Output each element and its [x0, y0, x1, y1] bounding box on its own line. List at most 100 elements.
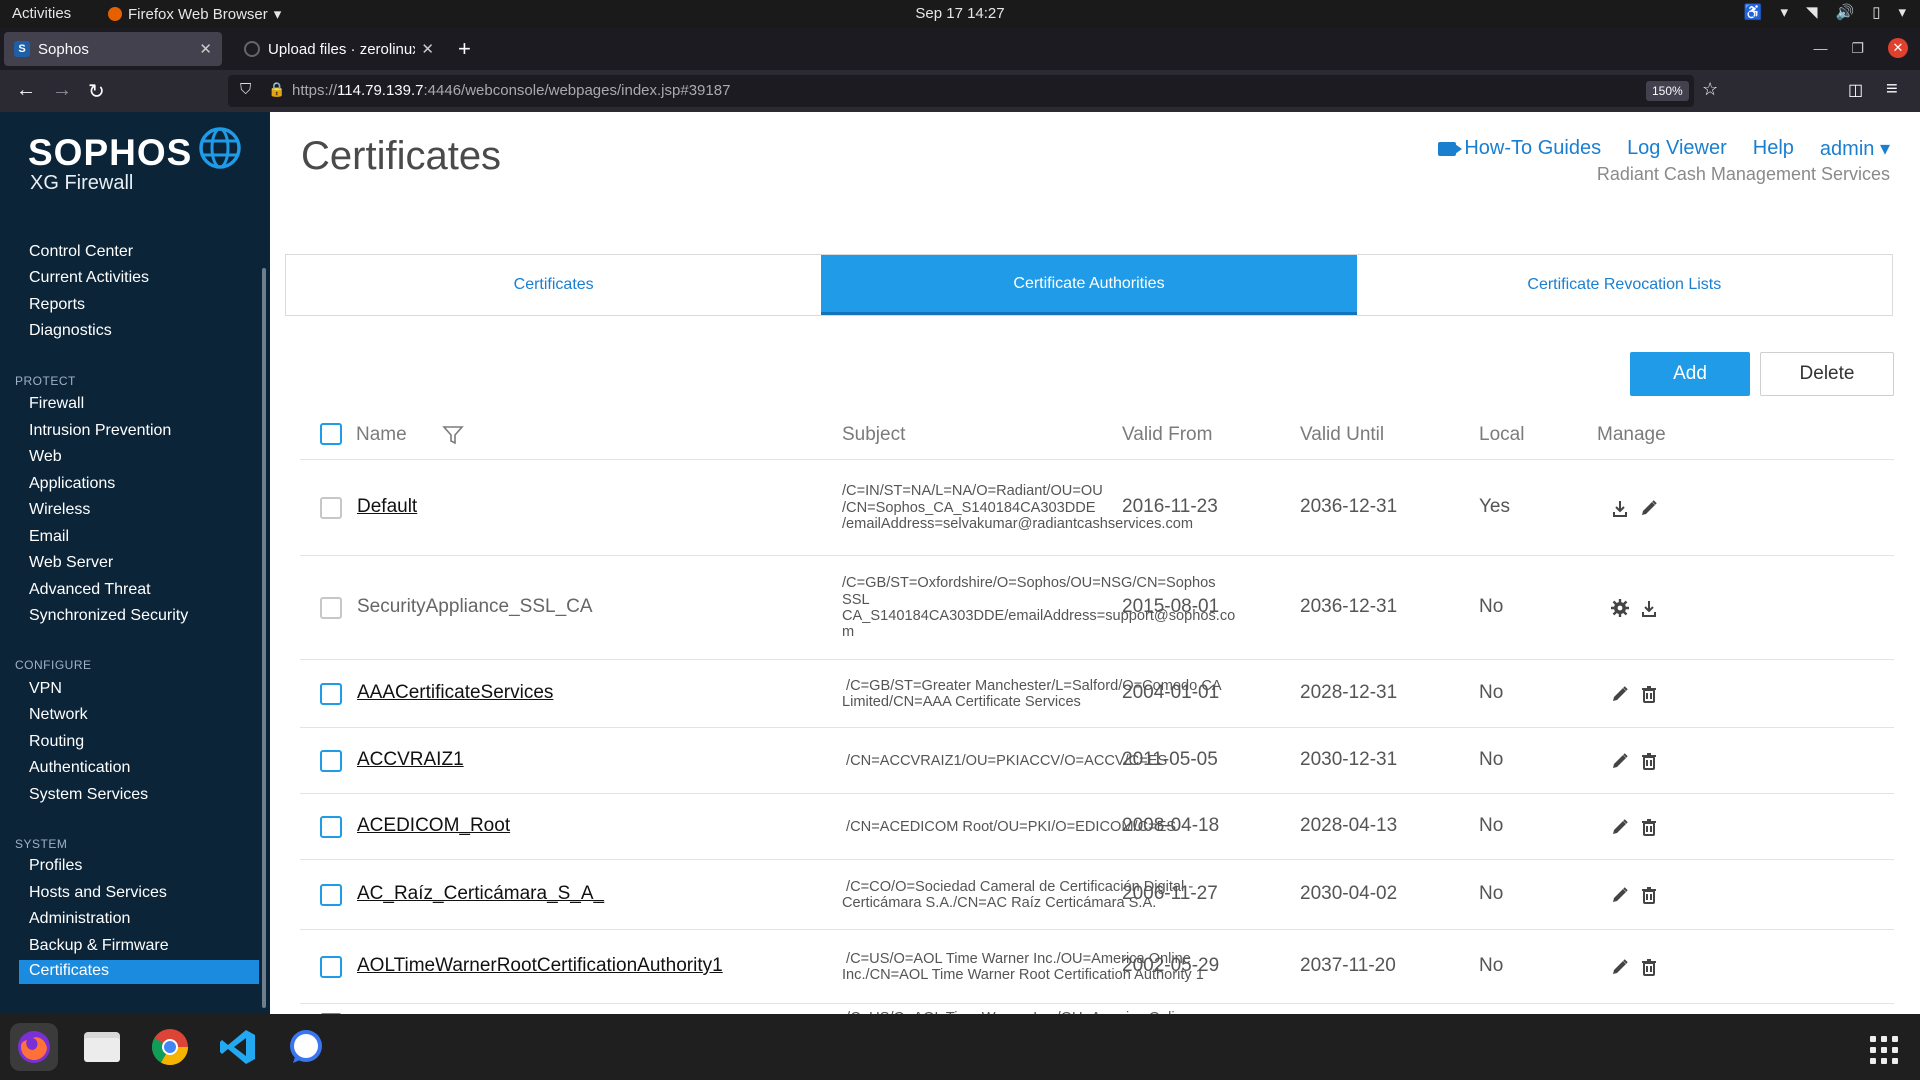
- certificate-name-link[interactable]: Default: [357, 496, 417, 518]
- row-checkbox[interactable]: [320, 750, 342, 772]
- dock-firefox[interactable]: [10, 1023, 58, 1071]
- tab-certificate-revocation-lists[interactable]: Certificate Revocation Lists: [1357, 255, 1892, 315]
- add-button[interactable]: Add: [1630, 352, 1750, 396]
- row-checkbox[interactable]: [320, 597, 342, 619]
- sidebar-item-current-activities[interactable]: Current Activities: [29, 269, 149, 287]
- sidebar-item-vpn[interactable]: VPN: [29, 680, 62, 698]
- sidebar-item-control-center[interactable]: Control Center: [29, 243, 133, 261]
- volume-icon[interactable]: 🔊: [1836, 3, 1855, 21]
- close-tab-icon[interactable]: ✕: [421, 40, 434, 58]
- download-icon[interactable]: [1610, 498, 1630, 518]
- sidebar-scrollbar[interactable]: [262, 268, 266, 1008]
- hamburger-menu-icon[interactable]: ≡: [1886, 78, 1898, 101]
- system-tray[interactable]: ♿ ▾ ◥ 🔊 ▯ ▾: [1744, 3, 1906, 21]
- dock-signal[interactable]: [282, 1023, 330, 1071]
- bookmark-star-icon[interactable]: ☆: [1702, 79, 1718, 100]
- sidebar-item-email[interactable]: Email: [29, 528, 69, 546]
- tab-certificate-authorities[interactable]: Certificate Authorities: [821, 255, 1357, 315]
- column-subject: Subject: [842, 424, 906, 445]
- edit-icon[interactable]: [1610, 817, 1630, 837]
- sidebar-item-routing[interactable]: Routing: [29, 733, 84, 751]
- wifi-icon[interactable]: ◥: [1806, 3, 1818, 21]
- edit-icon[interactable]: [1639, 498, 1659, 518]
- certificate-name-link[interactable]: ACCVRAIZ1: [357, 749, 464, 771]
- restore-icon[interactable]: ❐: [1851, 40, 1864, 57]
- clock[interactable]: Sep 17 14:27: [0, 5, 1920, 22]
- delete-button[interactable]: Delete: [1760, 352, 1894, 396]
- edit-icon[interactable]: [1610, 751, 1630, 771]
- certificate-name-link[interactable]: AC_Raíz_Certicámara_S_A_: [357, 883, 604, 905]
- trash-icon[interactable]: [1639, 817, 1659, 837]
- sidebar-item-wireless[interactable]: Wireless: [29, 501, 90, 519]
- zoom-indicator[interactable]: 150%: [1646, 81, 1689, 101]
- browser-tab-upload[interactable]: Upload files · zerolinuxes ✕: [234, 32, 444, 66]
- chevron-down-icon: ▾: [1898, 4, 1906, 21]
- dock-vscode[interactable]: [214, 1023, 262, 1071]
- user-menu[interactable]: admin ▾: [1820, 136, 1890, 161]
- lock-icon[interactable]: 🔒: [268, 81, 285, 98]
- app-menu[interactable]: Firefox Web Browser ▾: [108, 5, 281, 23]
- certificate-name-link[interactable]: ACEDICOM_Root: [357, 815, 510, 837]
- close-window-icon[interactable]: ✕: [1888, 38, 1908, 58]
- help-link[interactable]: Help: [1753, 137, 1794, 160]
- sidebar-item-firewall[interactable]: Firewall: [29, 395, 84, 413]
- filter-icon[interactable]: [442, 424, 464, 446]
- trash-icon[interactable]: [1639, 957, 1659, 977]
- close-tab-icon[interactable]: ✕: [199, 40, 212, 58]
- sidebar-item-web-server[interactable]: Web Server: [29, 554, 113, 572]
- row-checkbox[interactable]: [320, 683, 342, 705]
- pocket-icon[interactable]: ◫: [1848, 80, 1863, 100]
- column-name[interactable]: Name: [356, 424, 407, 446]
- tracking-shield-icon[interactable]: ⛉: [240, 81, 251, 98]
- row-checkbox[interactable]: [320, 816, 342, 838]
- battery-icon[interactable]: ▯: [1872, 3, 1880, 21]
- trash-icon[interactable]: [1639, 684, 1659, 704]
- dock-files[interactable]: [78, 1023, 126, 1071]
- gear-icon[interactable]: [1610, 598, 1630, 618]
- show-applications-icon[interactable]: [1870, 1036, 1898, 1064]
- row-checkbox[interactable]: [320, 884, 342, 906]
- sidebar-item-synchronized-security[interactable]: Synchronized Security: [29, 607, 188, 625]
- select-all-checkbox[interactable]: [320, 423, 342, 445]
- reload-icon[interactable]: ↻: [88, 79, 105, 104]
- minimize-icon[interactable]: —: [1813, 40, 1827, 56]
- new-tab-button[interactable]: +: [458, 36, 471, 62]
- edit-icon[interactable]: [1610, 957, 1630, 977]
- sidebar-item-authentication[interactable]: Authentication: [29, 759, 130, 777]
- sidebar-item-reports[interactable]: Reports: [29, 296, 85, 314]
- url-bar[interactable]: ⛉ 🔒 https://114.79.139.7:4446/webconsole…: [228, 75, 1718, 107]
- sidebar-item-web[interactable]: Web: [29, 448, 62, 466]
- forward-icon[interactable]: →: [52, 79, 72, 102]
- tab-certificates[interactable]: Certificates: [286, 255, 821, 315]
- log-viewer-link[interactable]: Log Viewer: [1627, 137, 1727, 160]
- sidebar-item-network[interactable]: Network: [29, 706, 88, 724]
- trash-icon[interactable]: [1639, 751, 1659, 771]
- how-to-guides-link[interactable]: How-To Guides: [1438, 137, 1601, 160]
- sidebar-item-advanced-threat[interactable]: Advanced Threat: [29, 581, 151, 599]
- browser-tab-sophos[interactable]: S Sophos ✕: [4, 32, 222, 66]
- trash-icon[interactable]: [1639, 885, 1659, 905]
- certificate-name-link[interactable]: AAACertificateServices: [357, 682, 553, 704]
- activities-button[interactable]: Activities: [12, 5, 71, 22]
- back-icon[interactable]: ←: [16, 79, 36, 102]
- sidebar-item-hosts-and-services[interactable]: Hosts and Services: [29, 884, 167, 902]
- row-checkbox[interactable]: [320, 497, 342, 519]
- accessibility-icon[interactable]: ♿: [1744, 3, 1763, 21]
- download-icon[interactable]: [1639, 598, 1659, 618]
- url-text[interactable]: https://114.79.139.7:4446/webconsole/web…: [292, 82, 730, 99]
- sidebar-item-profiles[interactable]: Profiles: [29, 857, 82, 875]
- sidebar-item-applications[interactable]: Applications: [29, 475, 115, 493]
- edit-icon[interactable]: [1610, 684, 1630, 704]
- certificate-name-link[interactable]: AOLTimeWarnerRootCertificationAuthority1: [357, 955, 723, 977]
- sidebar-item-intrusion-prevention[interactable]: Intrusion Prevention: [29, 422, 171, 440]
- sidebar-item-administration[interactable]: Administration: [29, 910, 130, 928]
- sidebar-item-backup-firmware[interactable]: Backup & Firmware: [29, 937, 169, 955]
- edit-icon[interactable]: [1610, 885, 1630, 905]
- sidebar-item-system-services[interactable]: System Services: [29, 786, 148, 804]
- local-value: No: [1479, 955, 1504, 976]
- sidebar-item-certificates[interactable]: Certificates: [19, 960, 259, 984]
- dock-chrome[interactable]: [146, 1023, 194, 1071]
- certificate-subject: /C=GB/ST=Oxfordshire/O=Sophos/OU=NSG/CN=…: [842, 575, 1236, 641]
- row-checkbox[interactable]: [320, 956, 342, 978]
- sidebar-item-diagnostics[interactable]: Diagnostics: [29, 322, 112, 340]
